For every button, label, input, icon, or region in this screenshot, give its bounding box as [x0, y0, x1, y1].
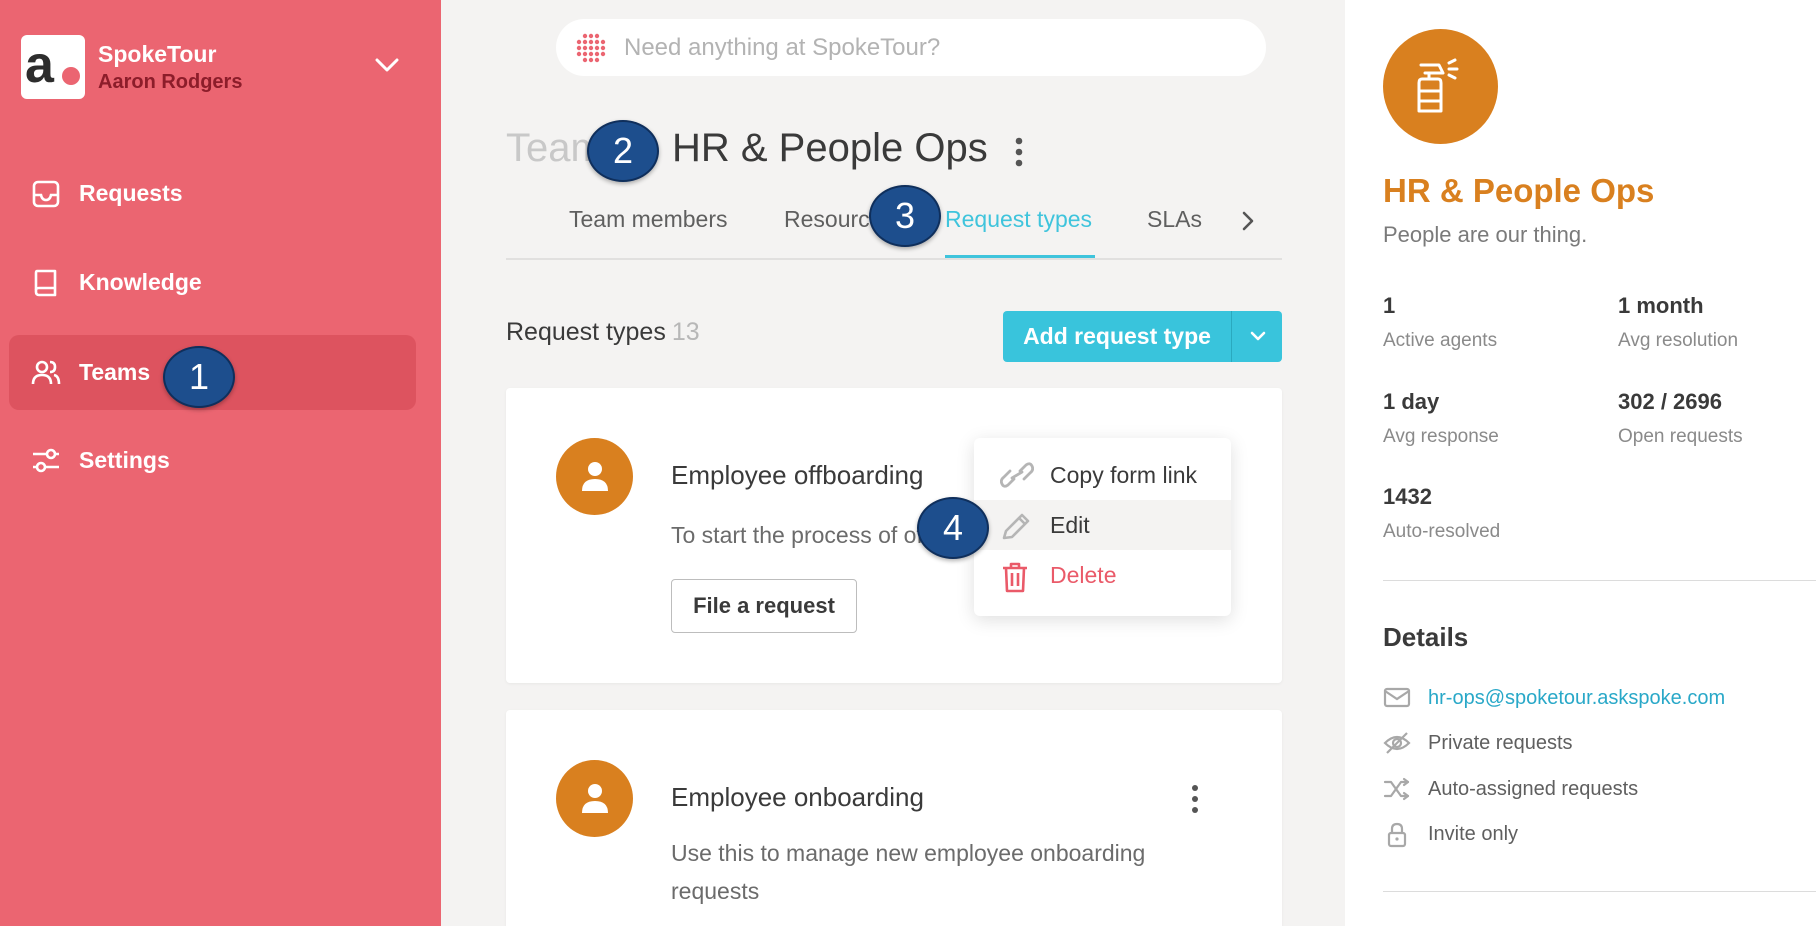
- active-tab-indicator: [945, 255, 1095, 258]
- divider: [1383, 580, 1816, 581]
- stat-label: Open requests: [1618, 426, 1743, 447]
- divider: [1383, 891, 1816, 892]
- lock-icon: [1387, 822, 1407, 848]
- people-icon: [31, 360, 61, 385]
- tab-request-types[interactable]: Request types: [945, 206, 1092, 233]
- sidebar-item-settings[interactable]: Settings: [9, 423, 416, 498]
- detail-email[interactable]: hr-ops@spoketour.askspoke.com: [1383, 684, 1803, 714]
- inbox-icon: [32, 180, 60, 208]
- stat-label: Avg resolution: [1618, 330, 1739, 351]
- book-icon: [34, 269, 57, 297]
- detail-text: Auto-assigned requests: [1428, 778, 1639, 800]
- sidebar: a SpokeTour Aaron Rodgers Requests Knowl…: [0, 0, 441, 926]
- search-bar[interactable]: Need anything at SpokeTour?: [556, 19, 1266, 76]
- team-details-panel: HR & People Ops People are our thing. 1 …: [1345, 0, 1816, 926]
- menu-item-copy-form-link[interactable]: Copy form link: [974, 450, 1231, 500]
- shuffle-icon: [1383, 777, 1410, 801]
- chevron-right-icon[interactable]: [1240, 209, 1256, 233]
- stat-value: 1: [1383, 293, 1396, 318]
- org-logo: a: [21, 35, 85, 99]
- menu-item-label: Copy form link: [1050, 462, 1197, 488]
- org-switcher[interactable]: a SpokeTour Aaron Rodgers: [21, 35, 421, 101]
- chevron-down-icon: [1250, 331, 1266, 341]
- stat-value: 1 day: [1383, 389, 1440, 414]
- card-avatar: [556, 438, 633, 515]
- add-request-type-dropdown[interactable]: [1231, 311, 1282, 362]
- detail-text: Invite only: [1428, 823, 1519, 845]
- logo-dot: [62, 67, 80, 85]
- file-request-button[interactable]: File a request: [671, 579, 857, 633]
- user-icon: [582, 784, 608, 813]
- eye-off-icon: [1383, 732, 1411, 754]
- page-title: HR & People Ops: [672, 126, 988, 170]
- stat-value: 1 month: [1618, 293, 1704, 318]
- detail-auto-assign: Auto-assigned requests: [1383, 775, 1803, 805]
- sidebar-item-label: Knowledge: [79, 269, 202, 295]
- tab-team-members[interactable]: Team members: [569, 206, 727, 233]
- detail-invite-only: Invite only: [1383, 820, 1803, 850]
- kebab-menu-icon[interactable]: [1189, 784, 1201, 814]
- section-title: Request types 13: [506, 318, 700, 347]
- step-callout-1: 1: [163, 346, 235, 408]
- stat-label: Auto-resolved: [1383, 521, 1501, 542]
- add-request-type-button[interactable]: Add request type: [1003, 311, 1231, 362]
- sidebar-item-requests[interactable]: Requests: [9, 156, 416, 231]
- stat-value: 1432: [1383, 484, 1432, 509]
- request-type-description: Use this to manage new employee onboardi…: [671, 840, 1146, 904]
- team-tagline: People are our thing.: [1383, 222, 1588, 247]
- stat-label: Active agents: [1383, 330, 1498, 351]
- sidebar-item-label: Settings: [79, 447, 170, 473]
- org-name: SpokeTour: [98, 41, 217, 67]
- team-email-link[interactable]: hr-ops@spoketour.askspoke.com: [1428, 687, 1725, 710]
- stat-label: Avg response: [1383, 426, 1499, 447]
- detail-text: Private requests: [1428, 732, 1573, 754]
- sliders-icon: [33, 448, 59, 473]
- tab-slas[interactable]: SLAs: [1147, 206, 1202, 233]
- request-type-name[interactable]: Employee offboarding: [671, 460, 923, 491]
- pencil-icon: [1002, 513, 1030, 540]
- sidebar-item-label: Teams: [79, 359, 151, 385]
- request-type-name[interactable]: Employee onboarding: [671, 782, 924, 813]
- section-title-label: Request types: [506, 318, 666, 346]
- menu-item-label: Edit: [1050, 512, 1090, 538]
- mail-icon: [1383, 687, 1411, 708]
- request-type-count: 13: [671, 318, 700, 346]
- user-name: Aaron Rodgers: [98, 71, 243, 93]
- sidebar-item-label: Requests: [79, 180, 183, 206]
- link-icon: [1000, 462, 1034, 488]
- team-avatar: [1383, 29, 1498, 144]
- trash-icon: [1003, 562, 1027, 593]
- menu-item-delete[interactable]: Delete: [974, 550, 1231, 600]
- menu-item-edit[interactable]: Edit: [974, 500, 1231, 550]
- context-menu: Copy form link Edit Delete: [974, 438, 1231, 616]
- kebab-menu-icon[interactable]: [1012, 136, 1026, 168]
- menu-item-label: Delete: [1050, 562, 1117, 588]
- sidebar-item-knowledge[interactable]: Knowledge: [9, 245, 416, 320]
- user-icon: [582, 462, 608, 491]
- step-callout-3: 3: [869, 185, 941, 247]
- team-name: HR & People Ops: [1383, 172, 1655, 209]
- card-avatar: [556, 760, 633, 837]
- spoke-dots-icon: [576, 33, 606, 63]
- search-input[interactable]: Need anything at SpokeTour?: [624, 34, 940, 62]
- step-callout-4: 4: [917, 497, 989, 559]
- spray-bottle-icon: [1417, 58, 1459, 113]
- chevron-down-icon[interactable]: [374, 57, 400, 73]
- logo-letter: a: [25, 36, 54, 94]
- request-type-card: Employee onboarding Use this to manage n…: [506, 710, 1282, 926]
- stat-value: 302 / 2696: [1618, 389, 1722, 414]
- detail-private: Private requests: [1383, 729, 1803, 759]
- details-heading: Details: [1383, 622, 1469, 652]
- step-callout-2: 2: [587, 120, 659, 182]
